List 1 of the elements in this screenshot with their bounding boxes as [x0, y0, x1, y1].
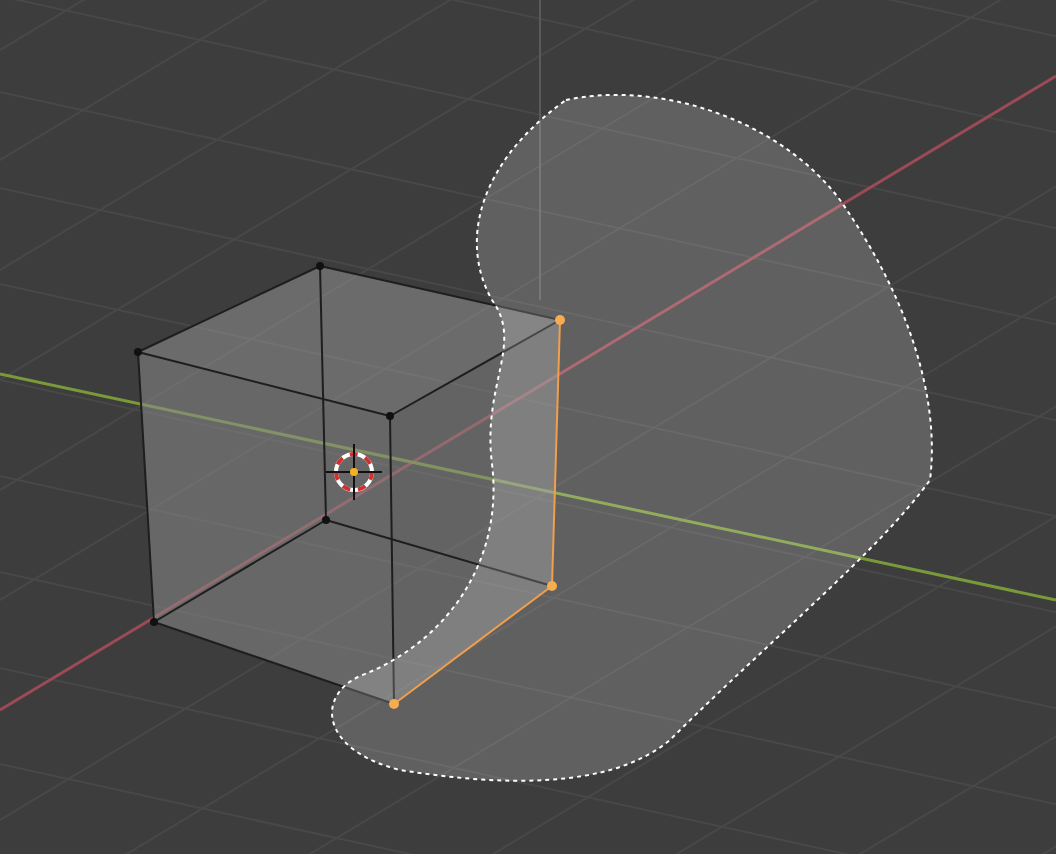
3d-cursor-icon: [325, 443, 383, 501]
